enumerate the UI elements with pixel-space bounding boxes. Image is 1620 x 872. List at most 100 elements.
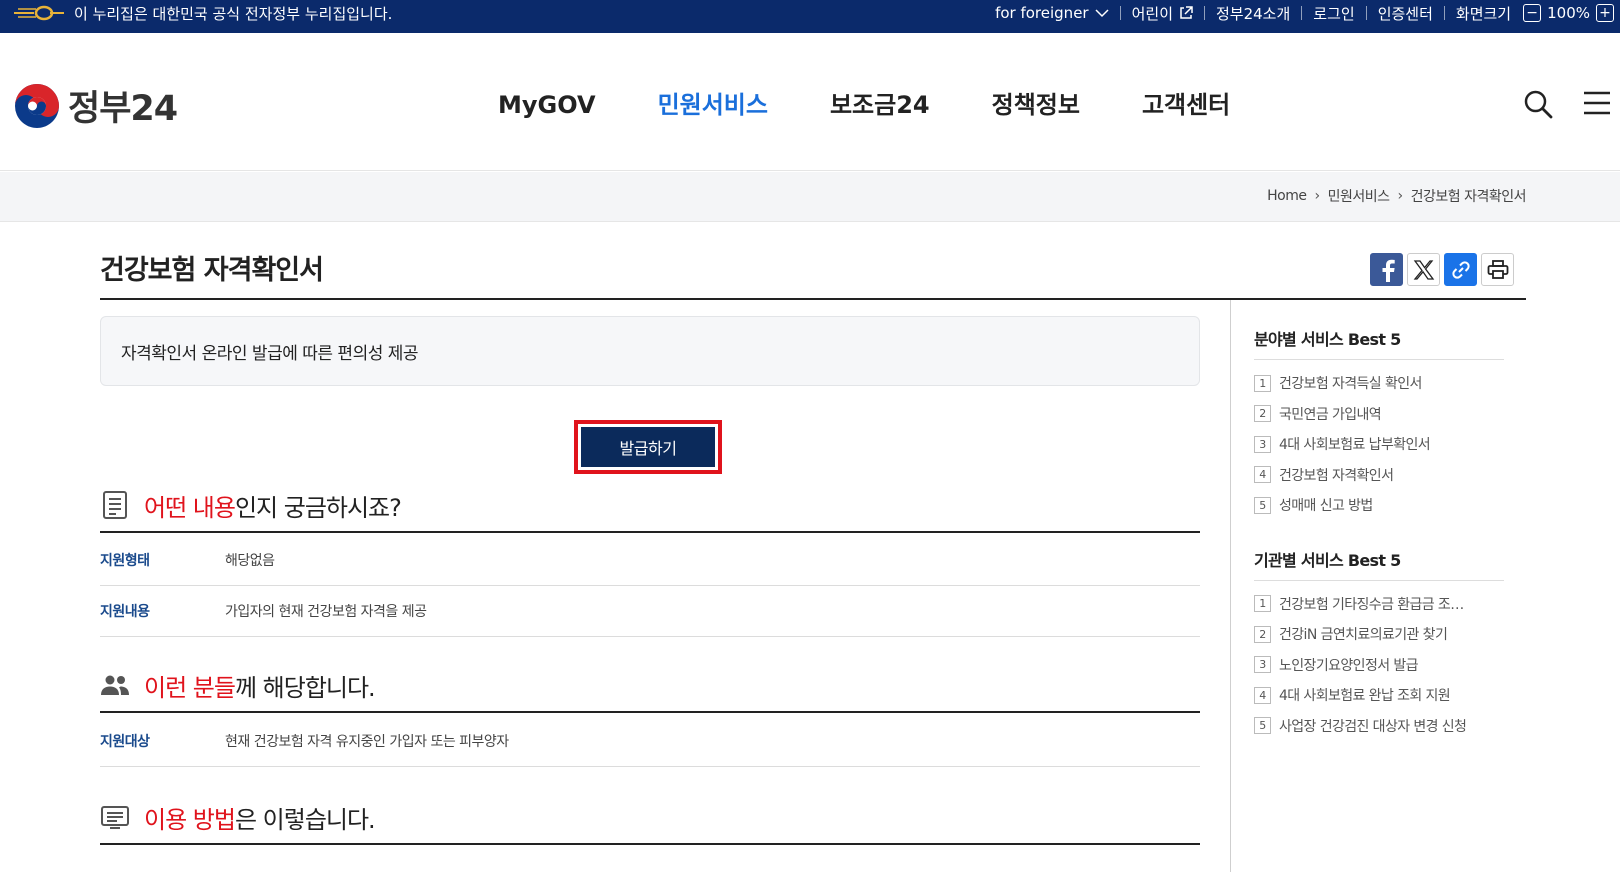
org-best5-list: 1 건강보험 기타징수금 환급금 조… 2 건강iN 금연치료의료기관 찾기 3 노인… xyxy=(1254,589,1504,742)
section-title-rest: 인지 궁금하시죠? xyxy=(234,493,402,522)
list-item-label: 국민연금 가입내역 xyxy=(1279,406,1382,423)
list-item[interactable]: 4 건강보험 자격확인서 xyxy=(1254,460,1504,491)
rank-number: 1 xyxy=(1254,595,1271,613)
cert-center-link[interactable]: 인증센터 xyxy=(1378,3,1433,24)
info-label: 지원형태 xyxy=(100,553,150,569)
list-item-label: 성매매 신고 방법 xyxy=(1279,498,1373,515)
list-item[interactable]: 5 성매매 신고 방법 xyxy=(1254,490,1504,521)
divider xyxy=(1119,6,1121,20)
taegeuk-emblem-icon xyxy=(15,83,59,128)
issue-button[interactable]: 발급하기 xyxy=(581,427,715,467)
kids-label: 어린이 xyxy=(1131,4,1173,23)
for-foreigner-label: for foreigner xyxy=(995,4,1089,22)
section-title-rest: 은 이렇습니다. xyxy=(234,805,376,834)
list-item-label: 건강보험 자격확인서 xyxy=(1279,467,1394,484)
nav-customer-center[interactable]: 고객센터 xyxy=(1142,87,1230,123)
list-item-label: 노인장기요양인정서 발급 xyxy=(1279,657,1419,674)
share-buttons xyxy=(1370,253,1514,286)
side-divider xyxy=(1230,300,1231,872)
utility-menu: for foreigner 어린이 정부24소개 로그인 인증센터 화면크기 −… xyxy=(995,0,1614,26)
info-value: 가입자의 현재 건강보험 자격을 제공 xyxy=(225,604,427,620)
section-heading-how: 이용 방법은 이렇습니다. xyxy=(100,792,1200,842)
field-best5: 분야별 서비스 Best 5 1 건강보험 자격득실 확인서 2 국민연금 가입내역… xyxy=(1254,320,1504,521)
rank-number: 5 xyxy=(1254,717,1271,735)
list-item-label: 4대 사회보험료 납부확인서 xyxy=(1279,437,1431,454)
rank-number: 3 xyxy=(1254,656,1271,674)
summary-text: 자격확인서 온라인 발급에 따른 편의성 제공 xyxy=(121,343,419,364)
rank-number: 2 xyxy=(1254,405,1271,423)
section-title: 이런 분들께 해당합니다. xyxy=(144,668,376,703)
monitor-list-icon xyxy=(100,802,130,832)
field-best5-title: 분야별 서비스 Best 5 xyxy=(1254,320,1504,360)
logo-text: 정부24 xyxy=(68,89,178,129)
section-heading-what: 어떤 내용인지 궁금하시죠? xyxy=(100,480,1200,530)
x-share-button[interactable] xyxy=(1407,253,1440,286)
copy-link-button[interactable] xyxy=(1444,253,1477,286)
top-bar: 이 누리집은 대한민국 공식 전자정부 누리집입니다. for foreigne… xyxy=(0,0,1620,33)
x-twitter-icon xyxy=(1413,259,1434,280)
issue-button-highlight: 발급하기 xyxy=(574,420,722,474)
hamburger-menu-icon[interactable] xyxy=(1583,90,1611,116)
summary-box: 자격확인서 온라인 발급에 따른 편의성 제공 xyxy=(100,316,1200,386)
list-item[interactable]: 4 4대 사회보험료 완납 조회 지원 xyxy=(1254,680,1504,711)
list-item-label: 건강보험 자격득실 확인서 xyxy=(1279,376,1422,393)
zoom-in-button[interactable]: + xyxy=(1596,4,1614,22)
info-row: 지원대상 현재 건강보험 자격 유지중인 가입자 또는 피부양자 xyxy=(100,716,1200,767)
kids-link[interactable]: 어린이 xyxy=(1132,3,1193,24)
rank-number: 2 xyxy=(1254,625,1271,643)
divider xyxy=(1443,6,1445,20)
list-item-label: 4대 사회보험료 완납 조회 지원 xyxy=(1279,688,1451,705)
breadcrumb-current: 건강보험 자격확인서 xyxy=(1410,189,1527,205)
list-item-label: 건강보험 기타징수금 환급금 조… xyxy=(1279,596,1464,613)
sidebar: 분야별 서비스 Best 5 1 건강보험 자격득실 확인서 2 국민연금 가입내역… xyxy=(1254,320,1504,741)
info-row: 지원형태 해당없음 xyxy=(100,535,1200,586)
section-divider xyxy=(100,531,1200,533)
for-foreigner-link[interactable]: for foreigner xyxy=(995,4,1109,22)
list-item-label: 사업장 건강검진 대상자 변경 신청 xyxy=(1279,718,1467,735)
facebook-icon xyxy=(1382,259,1395,282)
list-item[interactable]: 3 노인장기요양인정서 발급 xyxy=(1254,650,1504,681)
info-value: 해당없음 xyxy=(225,553,275,569)
section-title-rest: 께 해당합니다. xyxy=(234,673,376,702)
list-item[interactable]: 1 건강보험 기타징수금 환급금 조… xyxy=(1254,589,1504,620)
nav-policy-info[interactable]: 정책정보 xyxy=(992,87,1080,123)
link-icon xyxy=(1451,260,1470,279)
login-link[interactable]: 로그인 xyxy=(1313,3,1354,24)
breadcrumb-civil-service[interactable]: 민원서비스 xyxy=(1328,186,1390,206)
breadcrumb: Home › 민원서비스 › 건강보험 자격확인서 xyxy=(1267,186,1526,206)
chevron-right-icon: › xyxy=(1397,188,1404,204)
section-title-highlight: 이용 방법 xyxy=(144,805,236,834)
breadcrumb-home[interactable]: Home xyxy=(1267,188,1307,204)
field-best5-list: 1 건강보험 자격득실 확인서 2 국민연금 가입내역 3 4대 사회보험료 납부확인… xyxy=(1254,368,1504,521)
main-nav: MyGOV 민원서비스 보조금24 정책정보 고객센터 xyxy=(498,87,1292,123)
nav-civil-service[interactable]: 민원서비스 xyxy=(658,87,768,123)
info-label: 지원내용 xyxy=(100,604,150,620)
section-divider xyxy=(100,843,1200,845)
site-logo[interactable]: 정부24 xyxy=(14,80,178,131)
nav-mygov[interactable]: MyGOV xyxy=(498,87,596,123)
facebook-share-button[interactable] xyxy=(1370,253,1403,286)
list-item[interactable]: 5 사업장 건강검진 대상자 변경 신청 xyxy=(1254,711,1504,742)
breadcrumb-bar: Home › 민원서비스 › 건강보험 자격확인서 xyxy=(0,172,1620,222)
zoom-controls: − 100% + xyxy=(1523,4,1614,22)
nav-subsidy24[interactable]: 보조금24 xyxy=(830,87,930,123)
chevron-right-icon: › xyxy=(1314,188,1321,204)
info-label: 지원대상 xyxy=(100,734,150,750)
print-button[interactable] xyxy=(1481,253,1514,286)
gov-notice: 이 누리집은 대한민국 공식 전자정부 누리집입니다. xyxy=(12,0,392,26)
search-icon[interactable] xyxy=(1523,89,1553,119)
org-best5-title: 기관별 서비스 Best 5 xyxy=(1254,541,1504,581)
site-header: 정부24 MyGOV 민원서비스 보조금24 정책정보 고객센터 xyxy=(0,33,1620,171)
about-link[interactable]: 정부24소개 xyxy=(1216,3,1290,24)
list-item[interactable]: 3 4대 사회보험료 납부확인서 xyxy=(1254,429,1504,460)
list-item[interactable]: 1 건강보험 자격득실 확인서 xyxy=(1254,368,1504,399)
section-heading-who: 이런 분들께 해당합니다. xyxy=(100,660,1200,710)
divider xyxy=(1301,6,1303,20)
zoom-out-button[interactable]: − xyxy=(1523,4,1542,22)
list-item[interactable]: 2 건강iN 금연치료의료기관 찾기 xyxy=(1254,619,1504,650)
list-item[interactable]: 2 국민연금 가입내역 xyxy=(1254,399,1504,430)
section-title-highlight: 이런 분들 xyxy=(144,673,236,702)
section-title: 어떤 내용인지 궁금하시죠? xyxy=(144,488,402,523)
section-title-highlight: 어떤 내용 xyxy=(144,493,236,522)
rank-number: 4 xyxy=(1254,466,1271,484)
